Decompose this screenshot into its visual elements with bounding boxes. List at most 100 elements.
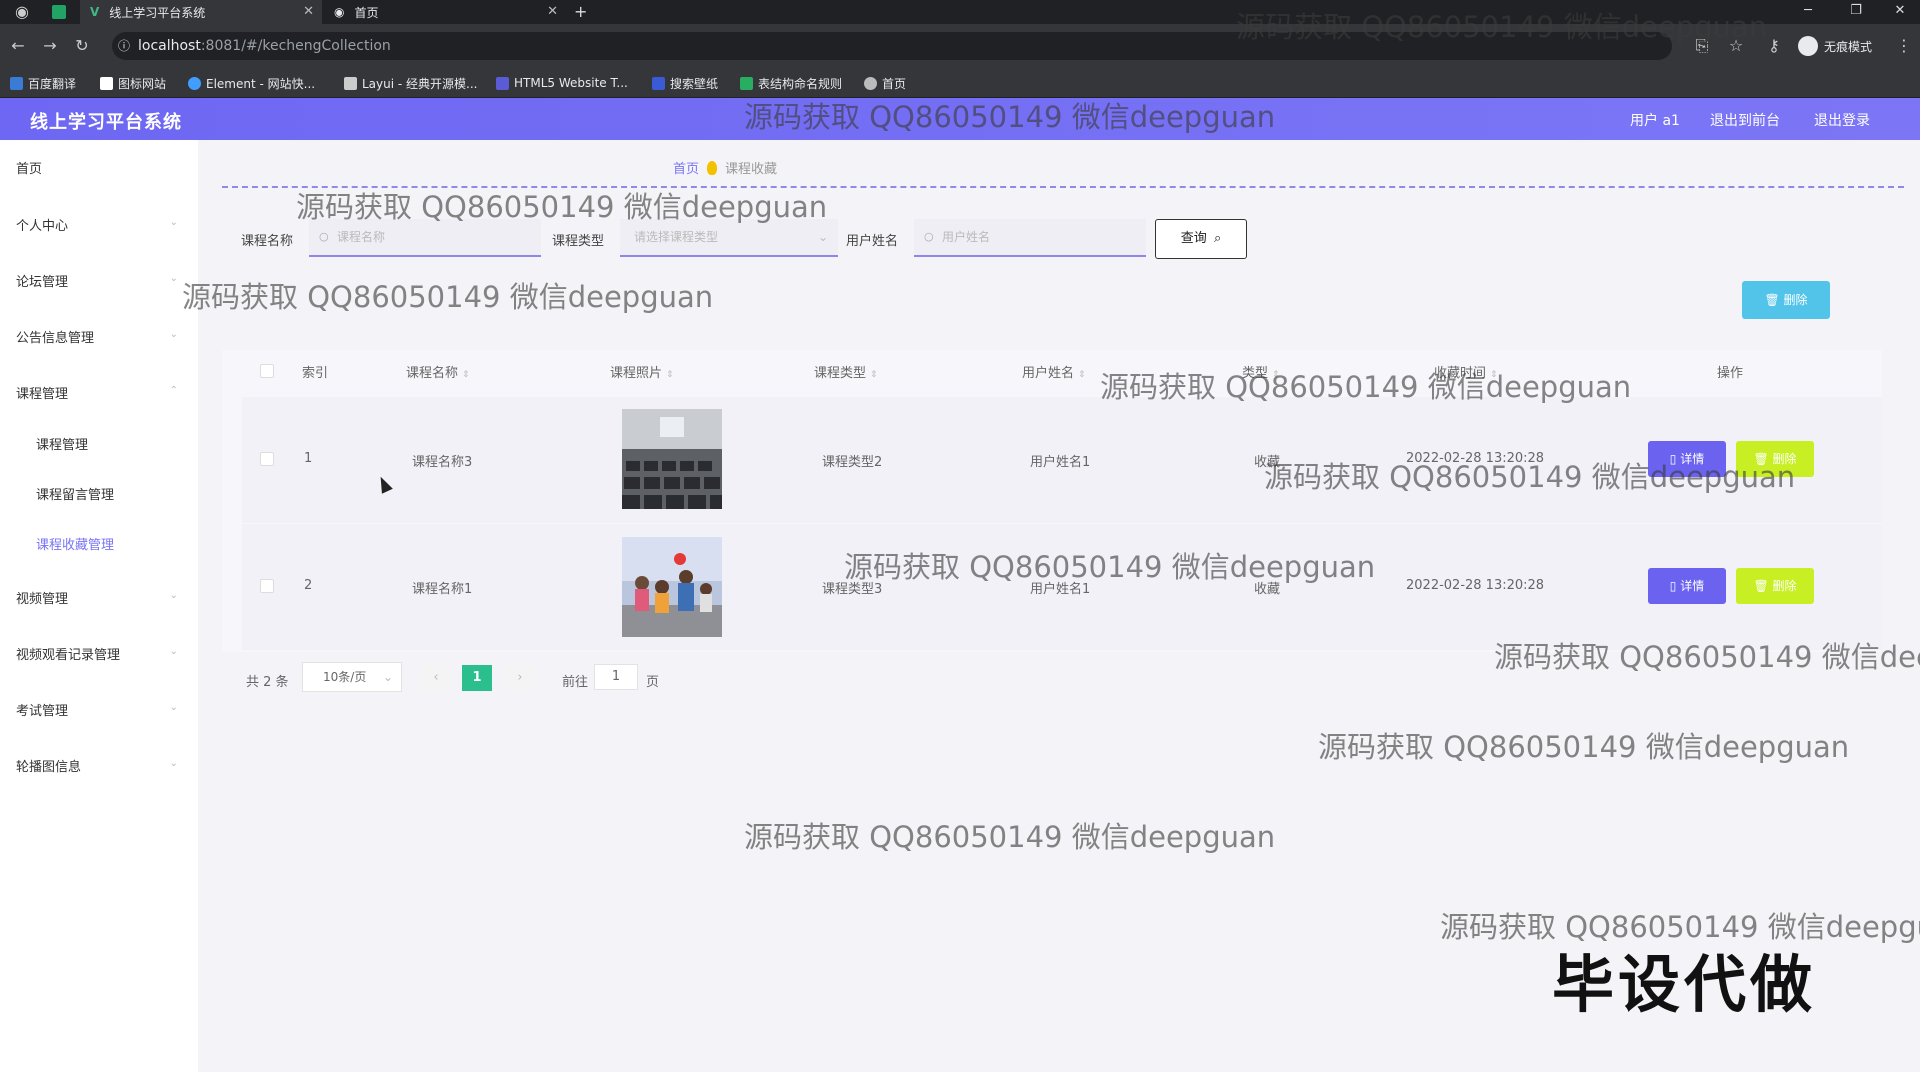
breadcrumb-home[interactable]: 首页 [673,162,699,177]
sort-icon[interactable]: ⇕ [1272,370,1280,380]
delete-label: 删除 [1772,579,1797,593]
sort-icon[interactable]: ⇕ [462,370,470,380]
bookmark-label: Element - 网站快... [206,76,316,91]
row-checkbox[interactable] [260,452,274,466]
column-header-label: 课程照片 [610,366,663,381]
app-title: 线上学习平台系统 [30,112,182,133]
column-header-label: 课程名称 [406,366,459,381]
next-page-icon[interactable]: › [506,665,534,691]
sidebar-item-forum[interactable]: 论坛管理 [16,271,68,290]
cell-user-name: 用户姓名1 [1030,582,1091,597]
sidebar-item-course-collection[interactable]: 课程收藏管理 [36,534,114,553]
chevron-down-icon: ⌄ [169,702,178,713]
bookmark-item[interactable]: Layui - 经典开源模... [344,74,477,92]
goto-page-input[interactable]: 1 [594,664,638,690]
table-row: 2 课程名称1 课程类型3 用户姓名1 收藏 2022-02-28 13:20:… [242,524,1882,650]
close-window-icon[interactable]: ✕ [1878,0,1920,24]
select-all-checkbox[interactable] [260,364,274,378]
hand-icon [707,161,718,175]
page-size-select[interactable]: 10条/页 ⌄ [302,662,402,692]
search-form: 课程名称 ○ 课程名称 课程类型 请选择课程类型 ⌄ 用户姓名 ○ 用户姓名 查… [222,210,1904,260]
chevron-down-icon: ⌄ [169,273,178,284]
restore-icon[interactable]: ❐ [1834,0,1878,24]
logout-link[interactable]: 退出登录 [1814,110,1870,130]
detail-label: 详情 [1680,579,1705,593]
cell-time: 2022-02-28 13:20:28 [1406,578,1545,593]
course-type-select[interactable]: 请选择课程类型 ⌄ [620,219,838,257]
close-tab-icon[interactable]: ✕ [547,4,558,19]
detail-icon: ▯ [1669,452,1681,466]
sidebar-item-notice[interactable]: 公告信息管理 [16,327,94,346]
incognito-profile[interactable]: 无痕模式 [1798,36,1872,56]
kebab-menu-icon[interactable]: ⋮ [1892,34,1916,58]
prev-page-icon[interactable]: ‹ [422,665,450,691]
course-name-placeholder: 课程名称 [337,230,386,244]
page-number-current[interactable]: 1 [462,665,492,691]
delete-button[interactable]: 🗑 删除 [1736,568,1814,604]
column-header-course-name[interactable]: 课程名称 ⇕ [406,362,470,381]
column-header-course-photo[interactable]: 课程照片 ⇕ [610,362,674,381]
column-header-actions: 操作 [1717,362,1743,381]
user-name-input[interactable]: ○ 用户姓名 [914,219,1146,257]
forward-icon[interactable]: → [38,34,62,58]
cell-type: 收藏 [1254,455,1281,470]
layui-icon [344,76,357,90]
bookmark-item[interactable]: 搜索壁纸 [652,74,718,92]
chevron-down-icon: ⌄ [169,646,178,657]
query-button-label: 查询 [1180,231,1207,246]
sidebar-item-exam[interactable]: 考试管理 [16,700,68,719]
sidebar-item-profile[interactable]: 个人中心 [16,215,68,234]
minimize-icon[interactable]: ─ [1786,0,1830,24]
bookmark-item[interactable]: 图标网站 [100,74,166,92]
bookmark-item[interactable]: HTML5 Website T... [496,74,628,92]
batch-delete-button[interactable]: 🗑 删除 [1742,281,1830,319]
new-tab-button[interactable]: + [574,2,587,21]
translate-icon[interactable]: ⎘ [1690,34,1714,58]
cell-type: 收藏 [1254,582,1281,597]
key-icon[interactable]: ⚷ [1762,34,1786,58]
sort-icon[interactable]: ⇕ [870,370,878,380]
reload-icon[interactable]: ↻ [70,34,94,58]
detail-button[interactable]: ▯ 详情 [1648,568,1726,604]
cell-index: 1 [304,451,313,466]
sidebar-item-course-group[interactable]: 课程管理 [16,383,68,402]
back-icon[interactable]: ← [6,34,30,58]
bookmark-item[interactable]: Element - 网站快... [188,74,315,92]
column-header-user-name[interactable]: 用户姓名 ⇕ [1022,362,1086,381]
search-icon: ⌕ [1213,231,1222,246]
bookmark-item[interactable]: 首页 [864,74,906,92]
column-header-type[interactable]: 类型 ⇕ [1242,362,1280,381]
course-name-input[interactable]: ○ 课程名称 [309,219,541,257]
tab-app-title: 线上学习平台系统 [109,5,206,20]
query-button[interactable]: 查询 ⌕ [1155,219,1247,259]
tab-home[interactable]: ◉ 首页 ✕ [324,0,566,24]
browser-menu-icon[interactable]: ◉ [10,0,34,24]
bookmark-item[interactable]: 百度翻译 [10,74,76,92]
sidebar-item-home[interactable]: 首页 [16,158,42,177]
detail-button[interactable]: ▯ 详情 [1648,441,1726,477]
sort-icon[interactable]: ⇕ [666,370,674,380]
bookmark-label: 图标网站 [118,76,167,91]
row-checkbox[interactable] [260,579,274,593]
sidebar-item-carousel[interactable]: 轮播图信息 [16,756,81,775]
close-tab-icon[interactable]: ✕ [303,4,314,19]
big-watermark: 毕设代做 [1552,948,1817,1021]
column-header-time[interactable]: 收藏时间 ⇕ [1434,362,1498,381]
classroom-image [622,409,722,509]
exit-to-front-link[interactable]: 退出到前台 [1710,110,1780,130]
column-header-course-type[interactable]: 课程类型 ⇕ [814,362,878,381]
bookmark-item[interactable]: 表结构命名规则 [740,74,842,92]
delete-button[interactable]: 🗑 删除 [1736,441,1814,477]
sidebar-item-course[interactable]: 课程管理 [36,434,88,453]
delete-label: 删除 [1772,452,1797,466]
bookmark-label: 百度翻译 [28,76,77,91]
sort-icon[interactable]: ⇕ [1078,370,1086,380]
star-icon[interactable]: ☆ [1724,34,1748,58]
tab-app[interactable]: V 线上学习平台系统 ✕ [80,0,322,24]
column-header-label: 索引 [302,366,329,381]
sidebar-item-video-history[interactable]: 视频观看记录管理 [16,644,120,663]
sort-icon[interactable]: ⇕ [1490,370,1498,380]
url-field[interactable]: ⓘ localhost:8081/#/kechengCollection [112,32,1672,60]
sidebar-item-video[interactable]: 视频管理 [16,588,68,607]
sidebar-item-course-comment[interactable]: 课程留言管理 [36,484,114,503]
